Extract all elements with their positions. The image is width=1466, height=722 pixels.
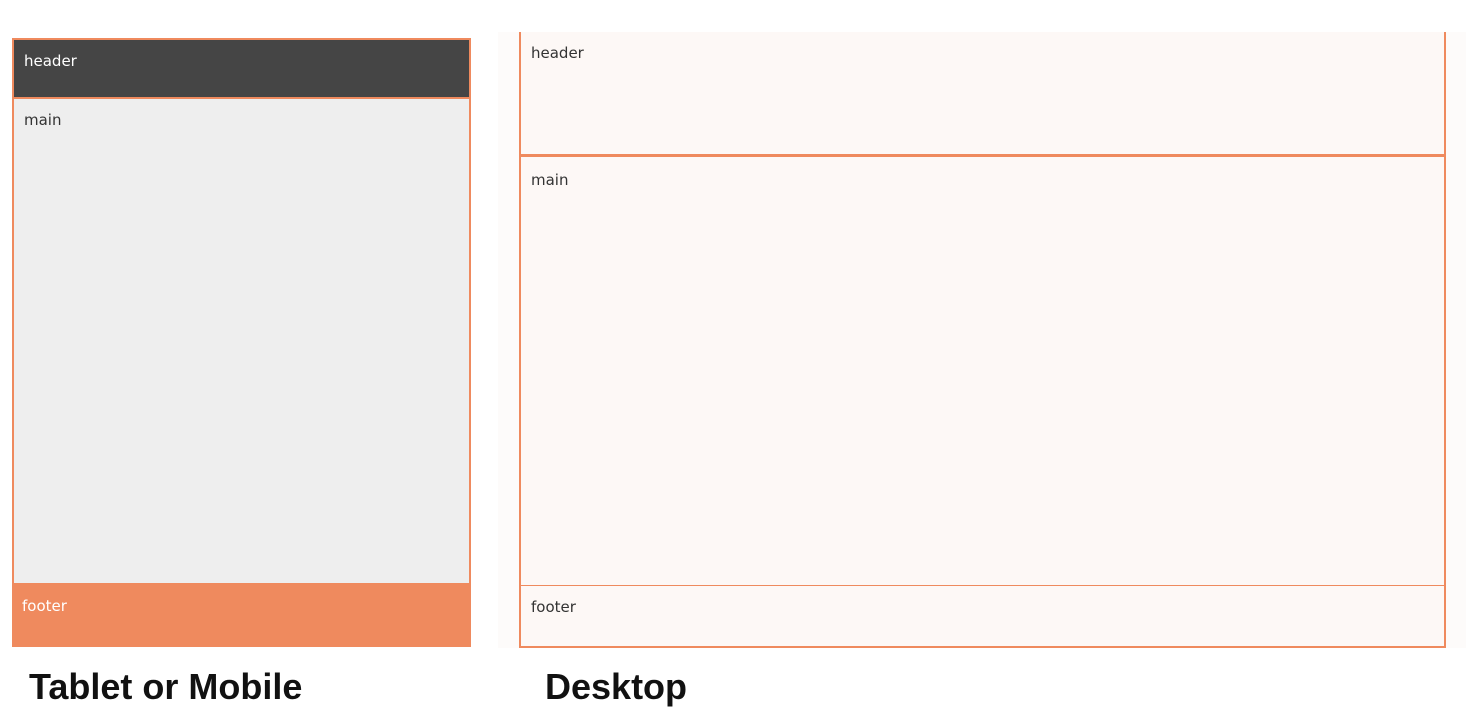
mobile-caption: Tablet or Mobile: [29, 666, 303, 707]
desktop-header-block: header: [519, 32, 1446, 156]
desktop-header-label: header: [531, 44, 584, 62]
mobile-main-block: main: [12, 99, 471, 585]
desktop-main-label: main: [531, 171, 569, 189]
mobile-main-label: main: [24, 111, 62, 129]
desktop-caption: Desktop: [545, 666, 688, 707]
mobile-footer-block: footer: [12, 585, 471, 647]
mobile-header-label: header: [24, 52, 77, 70]
desktop-main-block: main: [519, 154, 1446, 588]
mobile-footer-label: footer: [22, 597, 67, 615]
desktop-footer-block: footer: [519, 586, 1446, 648]
mobile-header-block: header: [12, 38, 471, 99]
desktop-footer-label: footer: [531, 598, 576, 616]
